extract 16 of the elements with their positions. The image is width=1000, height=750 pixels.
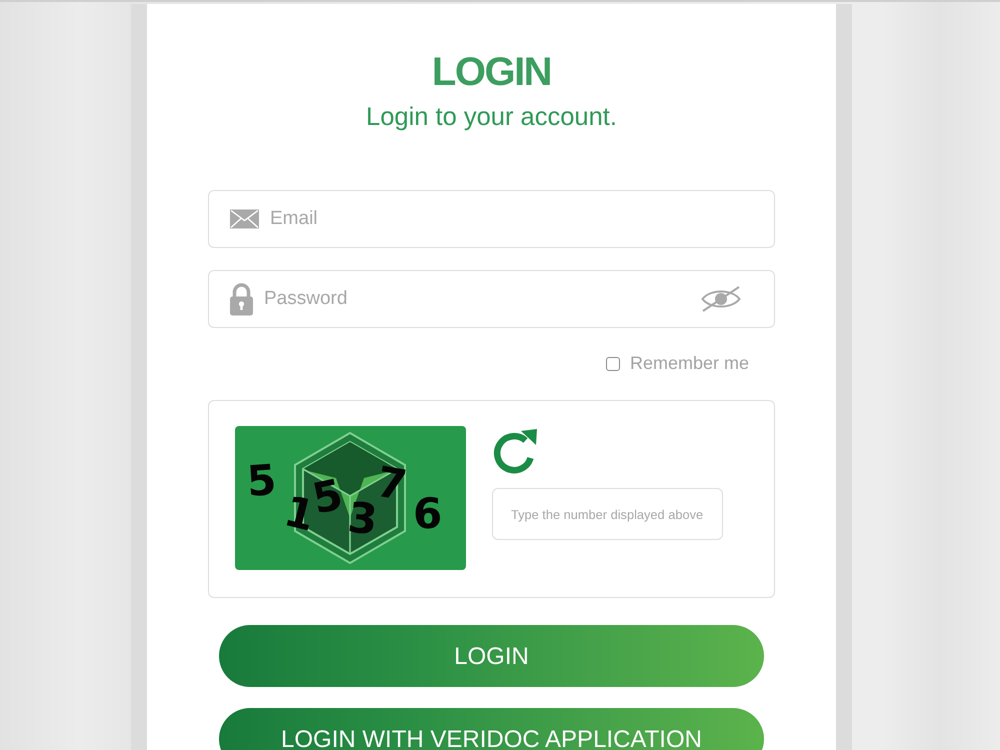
captcha-digit: 6 <box>413 492 442 536</box>
remember-label: Remember me <box>630 353 749 374</box>
captcha-input-field[interactable]: Type the number displayed above <box>492 488 723 540</box>
login-subtitle: Login to your account. <box>366 102 617 132</box>
login-button[interactable]: LOGIN <box>219 625 764 687</box>
lock-icon <box>230 282 253 316</box>
refresh-icon[interactable] <box>492 426 539 476</box>
password-field[interactable]: Password <box>208 270 775 328</box>
login-button[interactable]: LOGIN WITH VERIDOC APPLICATION <box>219 708 764 750</box>
captcha-digit: 5 <box>246 458 278 504</box>
login-title: LOGIN <box>432 49 552 96</box>
remember-checkbox[interactable] <box>606 356 620 370</box>
eye-slash-icon[interactable] <box>701 286 741 312</box>
captcha-digit: 5 <box>308 472 346 522</box>
email-field[interactable]: Email <box>208 190 775 248</box>
envelope-icon <box>230 210 259 228</box>
